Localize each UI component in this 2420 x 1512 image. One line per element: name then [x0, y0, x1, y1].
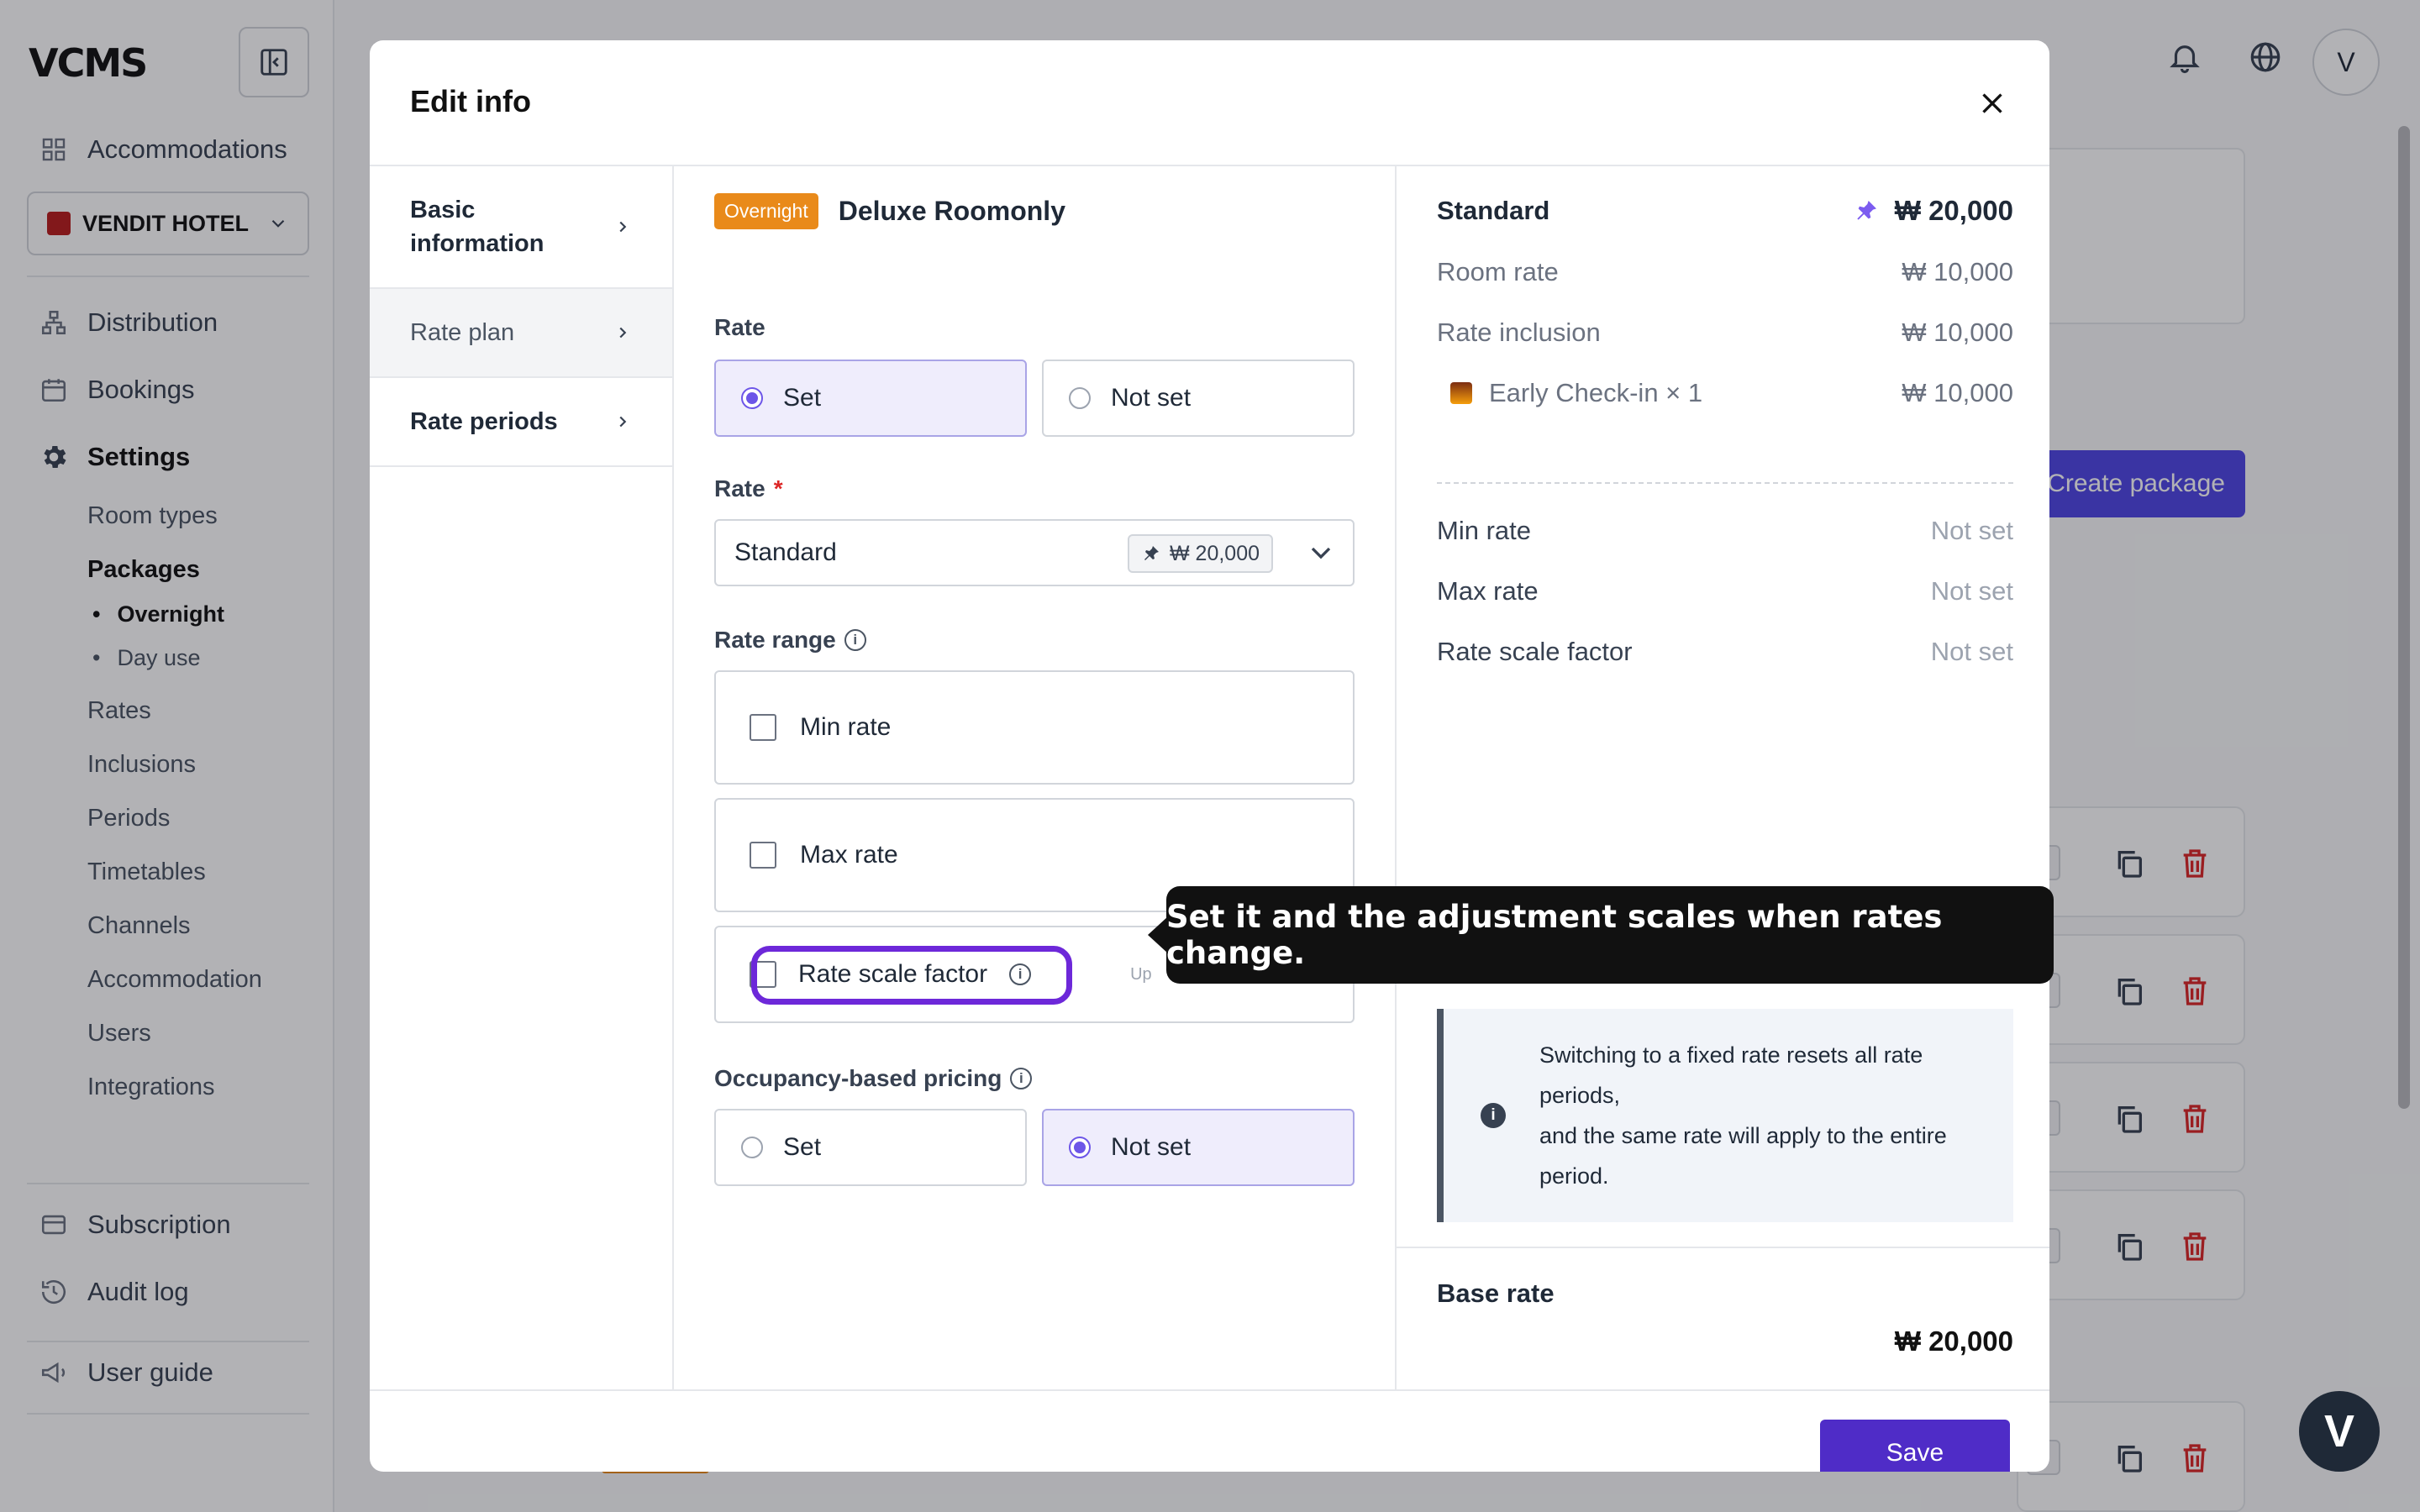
summary-divider	[1437, 482, 2013, 484]
row-label: Min rate	[1437, 516, 1531, 545]
summary-header: Standard ₩ 20,000	[1437, 195, 2013, 227]
save-button[interactable]: Save	[1820, 1420, 2010, 1472]
min-rate-option[interactable]: Min rate	[714, 670, 1355, 785]
fixed-rate-notice: i Switching to a fixed rate resets all r…	[1437, 1009, 2013, 1222]
tab-label: Rate periods	[410, 407, 558, 435]
option-label: Max rate	[800, 841, 898, 869]
edit-info-modal: Edit info Basic information Rate plan Ra…	[370, 40, 2049, 1472]
option-label: Min rate	[800, 713, 892, 741]
rate-summary-panel: Standard ₩ 20,000 Room rate ₩ 10,000 Rate…	[1397, 166, 2049, 1389]
radio-indicator	[1069, 1137, 1091, 1158]
row-label: Max rate	[1437, 576, 1539, 606]
rate-set-radio[interactable]: Set	[714, 360, 1027, 437]
early-checkin-label: Early Check-in × 1	[1437, 378, 1702, 408]
label-text: Occupancy-based pricing	[714, 1065, 1002, 1091]
tab-rate-plan[interactable]: Rate plan	[370, 289, 672, 378]
tab-label: Basic information	[410, 197, 544, 257]
modal-footer	[370, 1389, 2049, 1472]
close-button[interactable]	[1971, 82, 2013, 124]
info-icon: i	[1481, 1103, 1506, 1128]
row-value: Not set	[1930, 516, 2013, 545]
rate-select-label: Rate *	[714, 475, 783, 502]
notice-line: periods,	[1539, 1083, 1621, 1108]
room-rate-row: Room rate ₩ 10,000	[1437, 257, 2013, 287]
overnight-badge: Overnight	[714, 193, 818, 229]
base-rate-label: Base rate	[1437, 1278, 1555, 1308]
row-label: Room rate	[1437, 257, 1559, 286]
tab-rate-periods[interactable]: Rate periods	[370, 378, 672, 467]
rate-toggle-label: Rate	[714, 314, 765, 341]
highlight-ring	[751, 946, 1072, 1005]
base-rate-value: ₩ 20,000	[1894, 1326, 2013, 1357]
occupancy-set-radio[interactable]: Set	[714, 1109, 1027, 1186]
tab-basic-information[interactable]: Basic information	[370, 166, 672, 289]
modal-header: Edit info	[370, 40, 2049, 166]
row-value: Not set	[1930, 576, 2013, 606]
scale-hint: Up	[1130, 964, 1152, 984]
chevron-right-icon	[619, 327, 627, 339]
total-value: ₩ 20,000	[1894, 195, 2013, 226]
notice-line: Switching to a fixed rate resets all rat…	[1539, 1042, 1923, 1068]
summary-total: ₩ 20,000	[1853, 195, 2013, 227]
close-icon	[1982, 93, 2002, 113]
chevron-down-icon	[1311, 547, 1331, 559]
notice-line: and the same rate will apply to the enti…	[1539, 1123, 1947, 1148]
modal-title: Edit info	[410, 84, 531, 118]
label-text: Rate	[714, 314, 765, 340]
base-rate-divider	[1397, 1247, 2049, 1248]
notice-text: Switching to a fixed rate resets all rat…	[1539, 1035, 1947, 1196]
rate-inclusion-row: Rate inclusion ₩ 10,000	[1437, 318, 2013, 348]
row-value: ₩ 10,000	[1902, 257, 2013, 286]
label-text: Rate range	[714, 627, 836, 653]
info-icon[interactable]: i	[844, 629, 866, 651]
radio-label: Set	[783, 384, 822, 412]
summary-title: Standard	[1437, 196, 1550, 225]
row-label: Rate inclusion	[1437, 318, 1601, 347]
radio-indicator	[741, 387, 763, 409]
radio-indicator	[1069, 387, 1091, 409]
occupancy-label: Occupancy-based pricing i	[714, 1065, 1033, 1092]
min-rate-row: Min rate Not set	[1437, 516, 2013, 546]
row-value: ₩ 10,000	[1902, 318, 2013, 347]
row-label: Rate scale factor	[1437, 637, 1633, 666]
rate-select[interactable]: Standard ₩ 20,000	[714, 519, 1355, 586]
rate-plan-form: Overnight Deluxe Roomonly Rate Set Not s…	[674, 166, 1397, 1389]
modal-left-nav: Basic information Rate plan Rate periods	[370, 166, 674, 1389]
scale-factor-row: Rate scale factor Not set	[1437, 637, 2013, 667]
pin-icon	[1144, 546, 1159, 560]
guide-tooltip: Set it and the adjustment scales when ra…	[1148, 886, 2054, 984]
max-rate-checkbox[interactable]	[750, 842, 776, 869]
room-name: Deluxe Roomonly	[838, 196, 1065, 226]
help-fab[interactable]: V	[2299, 1391, 2380, 1472]
min-rate-checkbox[interactable]	[750, 714, 776, 741]
required-marker: *	[773, 475, 783, 501]
radio-label: Set	[783, 1133, 822, 1161]
row-label: Early Check-in × 1	[1489, 378, 1703, 407]
chip-value: ₩ 20,000	[1170, 541, 1260, 565]
row-value: Not set	[1930, 637, 2013, 666]
notice-line: period.	[1539, 1163, 1609, 1189]
chevron-right-icon	[619, 221, 627, 233]
sunrise-icon	[1450, 382, 1472, 404]
label-text: Rate	[714, 475, 765, 501]
row-value: ₩ 10,000	[1902, 378, 2013, 407]
max-rate-row: Max rate Not set	[1437, 576, 2013, 606]
rate-not-set-radio[interactable]: Not set	[1042, 360, 1355, 437]
radio-indicator	[741, 1137, 763, 1158]
rate-chip: ₩ 20,000	[1128, 534, 1274, 573]
tab-label: Rate plan	[410, 318, 515, 346]
rate-select-value: Standard	[734, 538, 837, 566]
pin-icon	[1857, 201, 1876, 220]
early-checkin-row: Early Check-in × 1 ₩ 10,000	[1437, 378, 2013, 408]
occupancy-not-set-radio[interactable]: Not set	[1042, 1109, 1355, 1186]
info-icon[interactable]: i	[1010, 1068, 1033, 1089]
rate-range-label: Rate range i	[714, 627, 866, 654]
package-heading: Overnight Deluxe Roomonly	[714, 193, 1065, 229]
chevron-right-icon	[619, 416, 627, 428]
radio-label: Not set	[1111, 1133, 1192, 1161]
radio-label: Not set	[1111, 384, 1192, 412]
